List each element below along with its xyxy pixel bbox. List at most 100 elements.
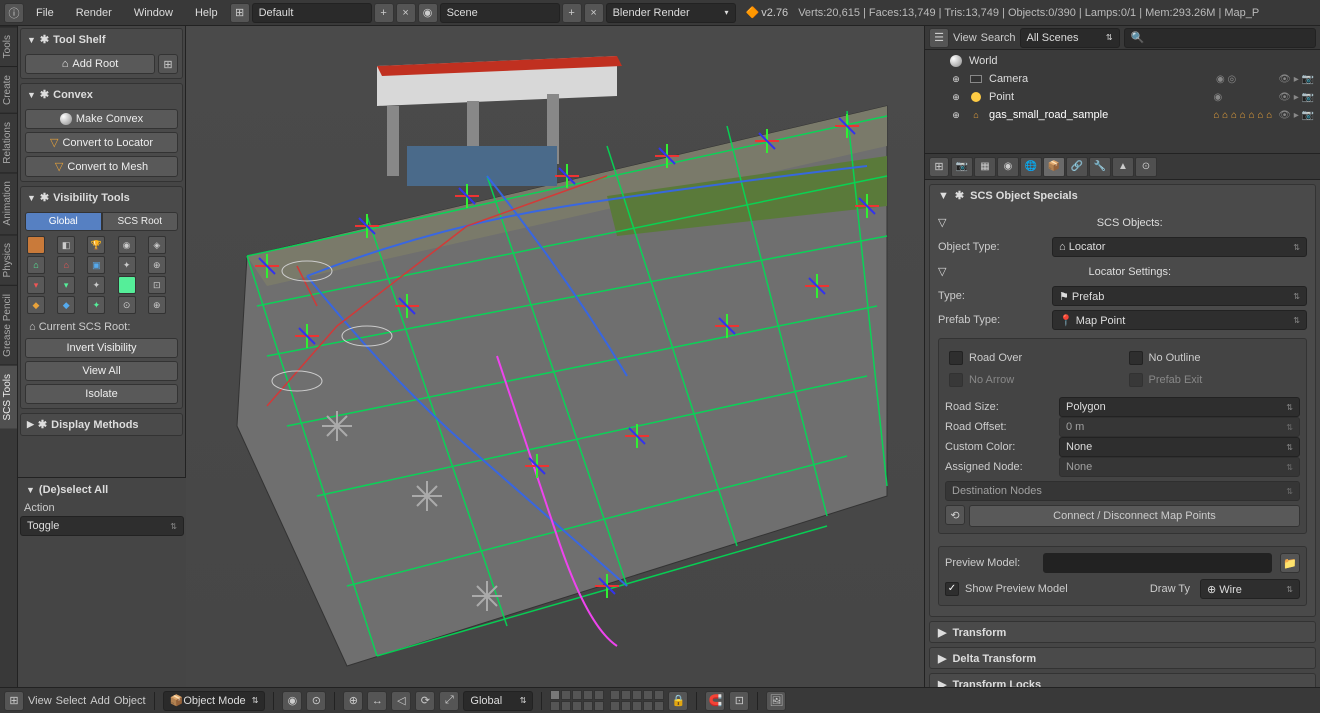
custom-color-selector[interactable]: None⇅: [1059, 437, 1300, 457]
road-size-selector[interactable]: Polygon⇅: [1059, 397, 1300, 417]
outliner-editor-icon[interactable]: ☰: [929, 28, 949, 48]
vis-icon-12[interactable]: ▾: [57, 276, 75, 294]
vis-icon-15[interactable]: ⊡: [148, 276, 166, 294]
isolate-button[interactable]: Isolate: [25, 384, 178, 404]
info-editor-icon[interactable]: ⓘ: [4, 3, 24, 23]
scene-browse-icon[interactable]: ◉: [418, 3, 438, 23]
prop-tab-layers[interactable]: ▦: [974, 157, 996, 177]
menu-file[interactable]: File: [26, 3, 64, 23]
delta-transform-panel-header[interactable]: ▶Delta Transform: [930, 648, 1315, 669]
scene-add-icon[interactable]: +: [562, 3, 582, 23]
prop-tab-render[interactable]: 📷: [951, 157, 973, 177]
connect-icon-button[interactable]: ⟲: [945, 505, 965, 525]
vis-icon-2[interactable]: ◧: [57, 236, 75, 254]
vis-icon-5[interactable]: ◈: [148, 236, 166, 254]
menu-window[interactable]: Window: [124, 3, 183, 23]
outliner-item-gas-sample[interactable]: ⊕ ⌂ gas_small_road_sample ⌂ ⌂ ⌂ ⌂ ⌂ ⌂ ⌂ …: [925, 106, 1320, 124]
lock-layers-icon[interactable]: 🔒: [668, 691, 688, 711]
bottom-add-menu[interactable]: Add: [90, 695, 110, 707]
transform-panel-header[interactable]: ▶Transform: [930, 622, 1315, 643]
toolshelf-header[interactable]: ▼✱ Tool Shelf: [21, 29, 182, 50]
outliner-item-world[interactable]: World: [925, 52, 1320, 70]
menu-help[interactable]: Help: [185, 3, 228, 23]
deselect-all-header[interactable]: ▼(De)select All: [20, 480, 184, 500]
prop-tab-modifiers[interactable]: 🔧: [1089, 157, 1111, 177]
outliner-item-camera[interactable]: ⊕ Camera ◉ ◎ 👁 ▸ 📷: [925, 70, 1320, 88]
vis-icon-3[interactable]: 🏆: [87, 236, 105, 254]
3d-viewport[interactable]: [186, 26, 924, 687]
convex-header[interactable]: ▼✱ Convex: [21, 84, 182, 105]
vis-icon-11[interactable]: ▾: [27, 276, 45, 294]
vis-icon-7[interactable]: ⌂: [57, 256, 75, 274]
outliner-search-input[interactable]: 🔍: [1124, 28, 1316, 48]
vis-icon-10[interactable]: ⊕: [148, 256, 166, 274]
preview-model-input[interactable]: [1043, 553, 1272, 573]
road-over-checkbox[interactable]: Road Over: [949, 349, 1117, 367]
outliner-item-point[interactable]: ⊕ Point ◉ 👁 ▸ 📷: [925, 88, 1320, 106]
scene-remove-icon[interactable]: ×: [584, 3, 604, 23]
scs-specials-header[interactable]: ▼✱ SCS Object Specials: [930, 185, 1315, 206]
prop-tab-object[interactable]: 📦: [1043, 157, 1065, 177]
display-methods-header[interactable]: ▶✱ Display Methods: [21, 414, 182, 435]
vis-icon-13[interactable]: ✦: [87, 276, 105, 294]
vis-icon-16[interactable]: ◆: [27, 296, 45, 314]
vis-icon-6[interactable]: ⌂: [27, 256, 45, 274]
locator-settings-subheader[interactable]: ▽Locator Settings:: [938, 261, 1307, 282]
bottom-select-menu[interactable]: Select: [56, 695, 87, 707]
snap-type-icon[interactable]: ⊡: [729, 691, 749, 711]
manip-translate-icon[interactable]: ◁: [391, 691, 411, 711]
draw-type-selector[interactable]: ⊕ Wire⇅: [1200, 579, 1300, 599]
vis-icon-18[interactable]: ✦: [87, 296, 105, 314]
layout-remove-icon[interactable]: ×: [396, 3, 416, 23]
type-selector[interactable]: ⚑ Prefab⇅: [1052, 286, 1307, 306]
vis-icon-14[interactable]: [118, 276, 136, 294]
mode-selector[interactable]: 📦 Object Mode⇅: [163, 691, 266, 711]
outliner-filter[interactable]: All Scenes⇅: [1020, 28, 1120, 48]
prop-tab-scene[interactable]: ◉: [997, 157, 1019, 177]
scs-objects-subheader[interactable]: ▽SCS Objects:: [938, 212, 1307, 233]
prop-tab-data[interactable]: ▲: [1112, 157, 1134, 177]
tab-relations[interactable]: Relations: [0, 113, 17, 172]
tab-animation[interactable]: Animation: [0, 172, 17, 233]
prop-tab-physics[interactable]: ⊙: [1135, 157, 1157, 177]
vis-icon-1[interactable]: [27, 236, 45, 254]
tab-grease-pencil[interactable]: Grease Pencil: [0, 285, 17, 365]
toggle-global[interactable]: Global: [25, 212, 102, 231]
prop-tab-world[interactable]: 🌐: [1020, 157, 1042, 177]
action-selector[interactable]: Toggle⇅: [20, 516, 184, 536]
convert-mesh-button[interactable]: ▽Convert to Mesh: [25, 156, 178, 177]
bottom-object-menu[interactable]: Object: [114, 695, 146, 707]
vis-icon-8[interactable]: ▣: [87, 256, 105, 274]
invert-visibility-button[interactable]: Invert Visibility: [25, 338, 178, 358]
vis-icon-9[interactable]: ✦: [118, 256, 136, 274]
convert-locator-button[interactable]: ▽Convert to Locator: [25, 132, 178, 153]
shading-solid-icon[interactable]: ◉: [282, 691, 302, 711]
3dview-editor-icon[interactable]: ⊞: [4, 691, 24, 711]
manip-scale-icon[interactable]: ⤢: [439, 691, 459, 711]
outliner-tree[interactable]: World ⊕ Camera ◉ ◎ 👁 ▸ 📷 ⊕ Point ◉ 👁 ▸ 📷…: [925, 50, 1320, 154]
tab-create[interactable]: Create: [0, 66, 17, 113]
tab-scs-tools[interactable]: SCS Tools: [0, 365, 17, 429]
outliner-search-menu[interactable]: Search: [981, 32, 1016, 44]
layout-add-icon[interactable]: +: [374, 3, 394, 23]
connect-disconnect-button[interactable]: Connect / Disconnect Map Points: [969, 505, 1300, 527]
show-preview-checkbox[interactable]: Show Preview Model: [945, 580, 1068, 598]
manipulator-icon[interactable]: ↔: [367, 691, 387, 711]
tab-physics[interactable]: Physics: [0, 234, 17, 285]
orientation-selector[interactable]: Global⇅: [463, 691, 533, 711]
transform-locks-panel-header[interactable]: ▶Transform Locks: [930, 674, 1315, 687]
prop-tab-constraints[interactable]: 🔗: [1066, 157, 1088, 177]
make-convex-button[interactable]: Make Convex: [25, 109, 178, 129]
properties-editor-icon[interactable]: ⊞: [929, 157, 949, 177]
view-all-button[interactable]: View All: [25, 361, 178, 381]
object-type-selector[interactable]: ⌂ Locator⇅: [1052, 237, 1307, 257]
visibility-header[interactable]: ▼✱ Visibility Tools: [21, 187, 182, 208]
layout-browse-icon[interactable]: ⊞: [230, 3, 250, 23]
tab-tools[interactable]: Tools: [0, 26, 17, 66]
outliner-view-menu[interactable]: View: [953, 32, 977, 44]
vis-icon-20[interactable]: ⊕: [148, 296, 166, 314]
add-root-button[interactable]: ⌂ Add Root: [25, 54, 155, 74]
prefab-type-selector[interactable]: 📍 Map Point⇅: [1052, 310, 1307, 330]
manip-rotate-icon[interactable]: ⟳: [415, 691, 435, 711]
layer-buttons[interactable]: [550, 690, 664, 711]
